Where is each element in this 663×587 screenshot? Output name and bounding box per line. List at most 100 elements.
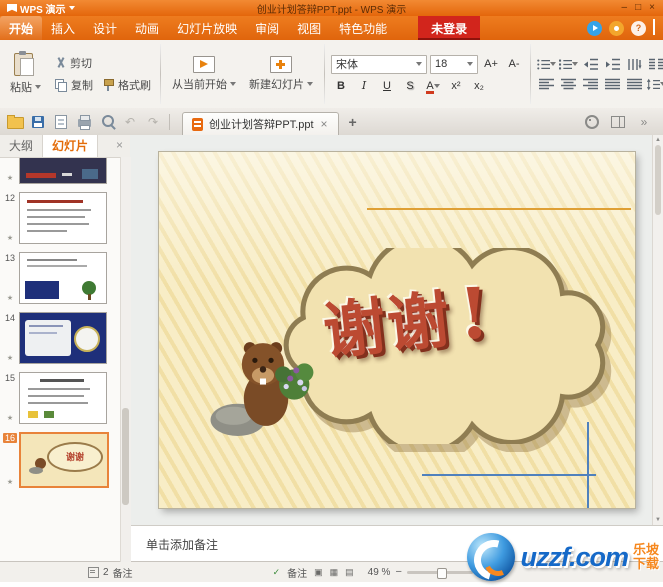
justify-button[interactable]	[603, 76, 622, 92]
undo-button[interactable]: ↶	[120, 112, 140, 132]
thanks-cloud-shape[interactable]: 谢谢!	[279, 248, 615, 444]
close-panel-icon[interactable]: ×	[116, 135, 130, 157]
notification-icon[interactable]	[609, 20, 624, 36]
shrink-font-button[interactable]: A-	[504, 56, 524, 72]
scrollbar-thumb[interactable]	[122, 408, 129, 506]
collapse-ribbon-icon[interactable]	[653, 19, 655, 35]
zoom-slider-knob[interactable]	[437, 567, 448, 579]
help-icon[interactable]: ?	[631, 20, 646, 36]
watermark-site-text: uzzf.com	[520, 541, 629, 572]
open-file-button[interactable]	[5, 112, 25, 132]
restore-button[interactable]: □	[635, 1, 641, 15]
slide-thumbnail-13[interactable]	[19, 252, 107, 304]
font-color-button[interactable]: A	[423, 78, 443, 94]
tab-review[interactable]: 审阅	[246, 16, 288, 40]
tab-view[interactable]: 视图	[288, 16, 330, 40]
slide-thumbnail-16[interactable]: 谢谢	[19, 432, 109, 488]
slide-thumbnail-14[interactable]	[19, 312, 107, 364]
format-painter-button[interactable]: 格式刷	[99, 76, 154, 94]
scrollbar-thumb[interactable]	[655, 145, 661, 215]
copy-button[interactable]: 复制	[52, 76, 96, 94]
slide-thumbnail-row: 12 ★	[3, 192, 120, 244]
slide-thumbnail-15[interactable]	[19, 372, 107, 424]
document-tab[interactable]: 创业计划答辩PPT.ppt ×	[182, 112, 339, 135]
beaver-clipart[interactable]	[209, 322, 321, 438]
chevron-down-icon	[68, 6, 75, 10]
close-button[interactable]: ×	[649, 1, 655, 15]
thanks-text[interactable]: 谢谢!	[319, 271, 495, 368]
redo-button[interactable]: ↷	[143, 112, 163, 132]
slide-sorter-icon[interactable]: ▦	[330, 567, 339, 578]
slides-tab[interactable]: 幻灯片	[42, 135, 99, 157]
outline-tab[interactable]: 大纲	[0, 135, 42, 157]
main-area: 谢谢! ▲ ▼ 单击添加备注	[130, 135, 663, 562]
bullets-button[interactable]	[537, 56, 556, 72]
play-from-current-button[interactable]: 从当前开始	[167, 54, 241, 94]
login-button[interactable]: 未登录	[418, 16, 481, 40]
notes-toggle-button[interactable]: 备注	[287, 565, 307, 580]
text-direction-button[interactable]	[625, 56, 644, 72]
animation-star-icon[interactable]: ★	[7, 235, 13, 243]
slide-thumbnail-12[interactable]	[19, 192, 107, 244]
tab-animation[interactable]: 动画	[126, 16, 168, 40]
distribute-button[interactable]	[625, 76, 644, 92]
text-shadow-button[interactable]: S	[400, 78, 420, 94]
sidebar-scrollbar[interactable]	[120, 157, 131, 562]
subscript-button[interactable]: x₂	[469, 78, 489, 94]
zoom-out-button[interactable]: −	[395, 567, 401, 578]
font-size-select[interactable]: 18	[430, 54, 478, 74]
canvas-scrollbar[interactable]: ▲ ▼	[652, 135, 663, 525]
slide-thumbnail-row: 14 ★	[3, 312, 120, 364]
slide-thumbnail-11[interactable]	[19, 158, 107, 184]
grow-font-button[interactable]: A+	[481, 56, 501, 72]
italic-button[interactable]: I	[354, 78, 374, 94]
normal-view-icon[interactable]: ▣	[314, 567, 323, 578]
animation-star-icon[interactable]: ★	[7, 175, 13, 183]
wps-menu-button[interactable]: WPS 演示	[0, 1, 82, 16]
superscript-button[interactable]: x²	[446, 78, 466, 94]
tab-insert[interactable]: 插入	[42, 16, 84, 40]
animation-star-icon[interactable]: ★	[7, 355, 13, 363]
slide-canvas[interactable]: 谢谢! ▲ ▼	[130, 135, 663, 525]
paste-button[interactable]: 粘贴	[5, 51, 46, 97]
bold-button[interactable]: B	[331, 78, 351, 94]
save-button[interactable]	[28, 112, 48, 132]
decrease-indent-button[interactable]	[581, 56, 600, 72]
line-spacing-button[interactable]	[647, 76, 663, 92]
tab-features[interactable]: 特色功能	[330, 16, 396, 40]
increase-indent-button[interactable]	[603, 56, 622, 72]
tab-design[interactable]: 设计	[84, 16, 126, 40]
numbering-button[interactable]	[559, 56, 578, 72]
new-document-tab-button[interactable]: +	[342, 114, 364, 130]
underline-button[interactable]: U	[377, 78, 397, 94]
scroll-down-icon[interactable]: ▼	[655, 517, 661, 523]
note-icon	[88, 566, 99, 578]
tools-icon[interactable]	[582, 112, 602, 132]
tab-slideshow[interactable]: 幻灯片放映	[168, 16, 246, 40]
animation-star-icon[interactable]: ★	[7, 479, 13, 487]
split-view-icon[interactable]	[608, 112, 628, 132]
export-button[interactable]	[51, 112, 71, 132]
tab-home[interactable]: 开始	[0, 16, 43, 40]
minimize-button[interactable]: –	[622, 1, 628, 15]
align-left-button[interactable]	[537, 76, 556, 92]
align-center-button[interactable]	[559, 76, 578, 92]
cloud-sync-icon[interactable]	[587, 20, 602, 36]
slide-editor[interactable]: 谢谢!	[158, 152, 635, 508]
scroll-up-icon[interactable]: ▲	[655, 137, 661, 143]
zoom-slider[interactable]	[406, 567, 473, 579]
print-button[interactable]	[74, 112, 94, 132]
close-document-icon[interactable]: ×	[320, 117, 329, 131]
animation-star-icon[interactable]: ★	[7, 415, 13, 423]
cut-button[interactable]: 剪切	[52, 54, 154, 72]
new-slide-button[interactable]: 新建幻灯片	[244, 54, 318, 94]
reading-view-icon[interactable]: ▤	[345, 567, 354, 578]
columns-button[interactable]	[647, 56, 663, 72]
animation-star-icon[interactable]: ★	[7, 295, 13, 303]
align-right-button[interactable]	[581, 76, 600, 92]
panels-icon	[611, 115, 625, 128]
font-family-select[interactable]: 宋体	[331, 54, 427, 74]
print-preview-button[interactable]	[97, 112, 117, 132]
cut-label: 剪切	[70, 58, 92, 70]
more-tools-icon[interactable]: »	[634, 112, 654, 132]
